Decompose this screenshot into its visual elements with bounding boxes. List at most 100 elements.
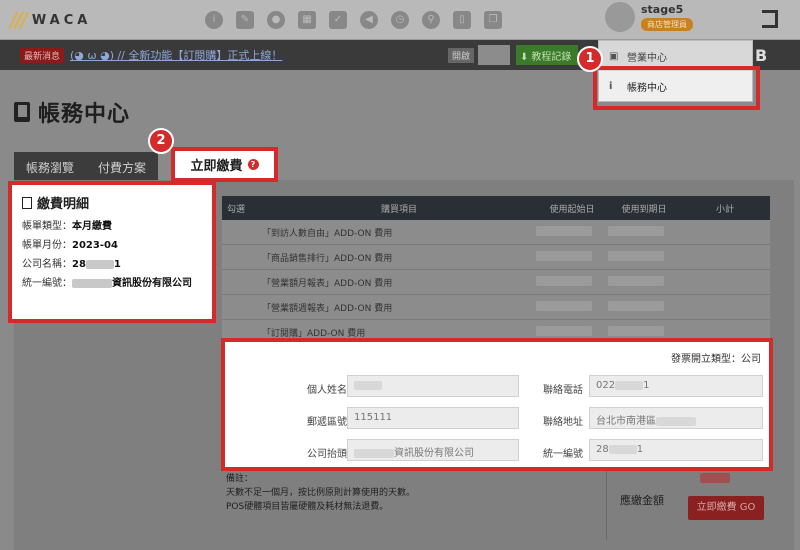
role-badge: 商店管理員 <box>641 18 693 31</box>
detail-label: 統一編號： <box>22 278 72 289</box>
field-value: 1 <box>636 444 644 455</box>
tab-payment-plan[interactable]: 付費方案 <box>86 152 159 182</box>
field-value: 台北市南港區 <box>596 416 656 427</box>
field-value: 1 <box>643 380 650 391</box>
table-header: 勾選 購買項目 使用起始日 使用到期日 小計 <box>222 196 770 220</box>
document-icon[interactable]: ▯ <box>453 11 471 29</box>
palette-icon[interactable]: ● <box>267 11 285 29</box>
detail-value: 28 <box>72 259 86 270</box>
name-field[interactable] <box>347 375 519 397</box>
field-value: 28 <box>596 444 609 455</box>
redacted-text <box>354 448 394 458</box>
clipboard-icon[interactable]: ✓ <box>329 11 347 29</box>
tab-billing-browse[interactable]: 帳務瀏覽 <box>14 152 87 182</box>
avatar <box>605 2 635 32</box>
highlight-frame-step-1 <box>593 66 760 110</box>
detail-title: 繳費明細 <box>22 193 202 212</box>
redacted-date <box>536 300 592 311</box>
redacted-date <box>608 275 664 286</box>
note-line: POS硬體項目皆屬硬體及耗材無法退費。 <box>226 502 389 512</box>
download-icon: ⬇ <box>520 52 529 63</box>
top-icon-toolbar: i ✎ ● ▦ ✓ ◀ ◷ ⚲ ▯ ❐ <box>205 11 515 29</box>
detail-value: 本月繳費 <box>72 221 112 232</box>
page-title-text: 帳務中心 <box>38 102 131 127</box>
menu-item-label: 營業中心 <box>627 52 667 64</box>
logo-mark-icon: /// <box>10 8 28 32</box>
panel-icon: ▣ <box>609 50 619 62</box>
detail-row-bill-type: 帳單類型：本月繳費 <box>22 220 202 233</box>
redacted-text <box>656 416 696 426</box>
detail-value: 2023-04 <box>72 240 118 251</box>
col-header-item: 購買項目 <box>380 204 417 215</box>
edit-icon[interactable]: ✎ <box>236 11 254 29</box>
redacted-date <box>536 275 592 286</box>
phone-field[interactable]: 022 1 <box>589 375 763 397</box>
invoice-type-label: 發票開立類型：公司 <box>671 354 761 365</box>
redacted-date <box>536 250 592 261</box>
pay-now-button[interactable]: 立即繳費 GO <box>688 496 764 520</box>
detail-row-tax-id: 統一編號： 資訊股份有限公司 <box>22 277 202 290</box>
redacted-text <box>608 444 637 454</box>
top-header: /// WACA i ✎ ● ▦ ✓ ◀ ◷ ⚲ ▯ ❐ stage5 商店管理… <box>0 0 800 40</box>
col-header-start: 使用起始日 <box>549 204 595 215</box>
tab-pay-now-label: 立即繳費 <box>190 159 243 174</box>
user-icon[interactable]: ⚲ <box>422 11 440 29</box>
redacted-date <box>608 300 664 311</box>
col-header-end: 使用到期日 <box>621 204 667 215</box>
company-title-field[interactable]: 資訊股份有限公司 <box>347 439 519 461</box>
note-line: 備註： <box>226 474 254 484</box>
info-icon[interactable]: i <box>205 11 223 29</box>
redacted-date <box>536 325 592 336</box>
table-row[interactable]: 「到訪人數自由」ADD-ON 費用 <box>222 220 770 245</box>
redacted-date <box>608 325 664 336</box>
download-button-label: 教程記錄 <box>531 52 572 63</box>
detail-label: 公司名稱： <box>22 259 72 270</box>
amount-due-label: 應繳金額 <box>620 494 664 507</box>
detail-label: 帳單月份： <box>22 240 72 251</box>
tax-id-field[interactable]: 28 1 <box>589 439 763 461</box>
download-button[interactable]: ⬇ 教程記錄 <box>516 45 578 65</box>
clock-icon[interactable]: ◷ <box>391 11 409 29</box>
detail-value: 1 <box>113 259 121 270</box>
tab-bar: 帳務瀏覽 付費方案 <box>14 152 159 182</box>
postal-label: 郵遞區號 <box>307 417 347 428</box>
redacted-text <box>615 380 644 390</box>
toggle-label: 開啟 <box>448 48 475 63</box>
field-value: 022 <box>596 380 616 391</box>
redacted-date <box>608 250 664 261</box>
user-menu[interactable]: stage5 商店管理員 <box>605 2 693 32</box>
question-icon[interactable]: ? <box>247 159 259 170</box>
detail-label: 帳單類型： <box>22 221 72 232</box>
user-name: stage5 <box>641 3 684 16</box>
calendar-icon[interactable]: ▦ <box>298 11 316 29</box>
speaker-icon[interactable]: ◀ <box>360 11 378 29</box>
step-badge-1: 1 <box>577 46 603 72</box>
partial-text: B <box>755 46 768 65</box>
col-header-select: 勾選 <box>226 204 245 215</box>
address-field[interactable]: 台北市南港區 <box>589 407 763 429</box>
field-value: 資訊股份有限公司 <box>394 448 474 459</box>
logo[interactable]: /// WACA <box>10 8 91 32</box>
postal-field[interactable]: 115111 <box>347 407 519 429</box>
company-title-label: 公司抬頭 <box>307 449 347 460</box>
payment-detail-card: 繳費明細 帳單類型：本月繳費 帳單月份：2023-04 公司名稱：28 1 統一編… <box>8 181 216 323</box>
table-row[interactable]: 「商品銷售排行」ADD-ON 費用 <box>222 245 770 270</box>
logout-icon[interactable] <box>762 10 778 28</box>
phone-label: 聯絡電話 <box>543 385 583 396</box>
copy-icon[interactable]: ❐ <box>484 11 502 29</box>
tab-pay-now[interactable]: 立即繳費 ? <box>171 147 278 182</box>
table-row[interactable]: 「營業額月報表」ADD-ON 費用 <box>222 270 770 295</box>
redacted-text <box>85 259 114 269</box>
invoice-form: 發票開立類型：公司 個人姓名 聯絡電話 022 1 郵遞區號 115111 聯絡地… <box>221 338 773 471</box>
toggle-switch[interactable] <box>478 45 510 65</box>
redacted-text <box>354 380 382 390</box>
table-row[interactable]: 「營業額週報表」ADD-ON 費用 <box>222 295 770 320</box>
detail-title-text: 繳費明細 <box>37 197 90 212</box>
logo-text: WACA <box>31 12 92 28</box>
note-line: 天數不足一個月，按比例原則計算使用的天數。 <box>226 488 416 498</box>
payment-note: 備註： 天數不足一個月，按比例原則計算使用的天數。 POS硬體項目皆屬硬體及耗材… <box>226 472 606 514</box>
detail-row-company-name: 公司名稱：28 1 <box>22 258 202 271</box>
news-link[interactable]: (◕ ω ◕) // 全新功能【訂閱購】正式上線！ <box>70 47 282 63</box>
page-title: 帳務中心 <box>14 96 130 128</box>
row-item: 「營業額週報表」ADD-ON 費用 <box>262 303 393 314</box>
